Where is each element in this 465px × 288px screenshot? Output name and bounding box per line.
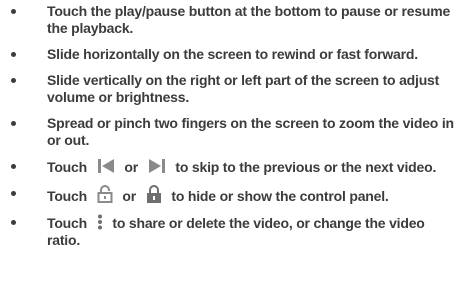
unlock-icon [97,185,113,203]
list-item-text-pre: Touch [47,159,87,175]
list-item-text: Spread or pinch two fingers on the scree… [47,115,454,148]
list-item-skip: Touch or to skip to the previous or the … [0,158,465,176]
list-item-text-mid: or [124,159,138,175]
list-item-text-post: to share or delete the video, or change … [47,215,425,248]
list-item-text: Touch the play/pause button at the botto… [47,3,451,36]
skip-next-icon [148,158,166,174]
list-item-text-mid: or [122,188,136,204]
skip-previous-icon [97,158,115,174]
list-item-play-pause: Touch the play/pause button at the botto… [0,3,465,37]
list-item-more-options: Touch to share or delete the video, or c… [0,214,465,249]
more-vertical-icon [97,214,103,230]
bullet-dot [11,52,16,57]
bullet-dot [11,121,16,126]
bullet-dot [11,78,16,83]
list-item-volume-brightness: Slide vertically on the right or left pa… [0,72,465,106]
list-item-text: Slide horizontally on the screen to rewi… [47,46,418,62]
list-item-text-post: to skip to the previous or the next vide… [175,159,437,175]
list-item-text-pre: Touch [47,215,87,231]
list-item-text-pre: Touch [47,188,87,204]
list-item-zoom: Spread or pinch two fingers on the scree… [0,115,465,149]
list-item-text: Slide vertically on the right or left pa… [47,72,440,105]
instructions-list: Touch the play/pause button at the botto… [0,3,465,258]
list-item-lock: Touch or to hide or show the control pan… [0,185,465,205]
list-item-rewind-forward: Slide horizontally on the screen to rewi… [0,46,465,63]
lock-icon [146,185,162,203]
list-item-text-post: to hide or show the control panel. [171,188,389,204]
bullet-dot [11,191,16,196]
instructions-page: Touch the play/pause button at the botto… [0,0,465,288]
bullet-dot [11,164,16,169]
bullet-dot [11,9,16,14]
bullet-dot [11,220,16,225]
